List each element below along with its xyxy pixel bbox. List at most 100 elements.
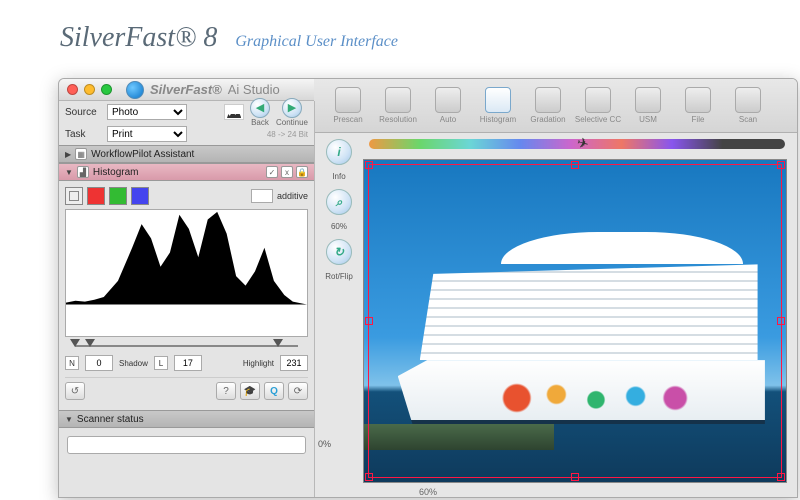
expert-icon[interactable]: 🎓 xyxy=(240,382,260,400)
lock-icon[interactable]: 🔒 xyxy=(296,166,308,178)
source-select[interactable]: Photo xyxy=(107,104,187,120)
selective cc-icon xyxy=(585,87,611,113)
progress-percent: 0% xyxy=(318,439,331,449)
rotate-flip-button[interactable]: ↻ xyxy=(326,239,352,265)
close-icon[interactable] xyxy=(67,84,78,95)
histogram-chart xyxy=(65,209,308,337)
scanner-status-header[interactable]: ▼ Scanner status xyxy=(59,410,314,428)
collapse-icon: ▶ xyxy=(65,150,71,159)
toolbar-file[interactable]: File xyxy=(674,87,722,124)
histogram-values: N Shadow L Highlight xyxy=(65,355,308,371)
progress-bar: 0% xyxy=(67,436,306,454)
channel-all-button[interactable] xyxy=(65,187,83,205)
source-row: Source Photo ◀ Back ▶ Continue xyxy=(59,101,314,123)
highlight-input[interactable] xyxy=(280,355,308,371)
toolbar-prescan[interactable]: Prescan xyxy=(324,87,372,124)
workflow-assistant-header[interactable]: ▶ ▦ WorkflowPilot Assistant xyxy=(59,145,314,163)
airplane-icon[interactable]: ✈ xyxy=(575,134,591,153)
task-label: Task xyxy=(65,129,103,140)
scan-icon xyxy=(735,87,761,113)
zoom-button[interactable]: ⌕ xyxy=(326,189,352,215)
main-toolbar: PrescanResolutionAutoHistogramGradationS… xyxy=(314,79,797,133)
gradation-icon xyxy=(535,87,561,113)
toolbar-scan[interactable]: Scan xyxy=(724,87,772,124)
zoom-footer: 60% xyxy=(419,487,437,497)
app-logo-icon xyxy=(126,81,144,99)
histogram-icon xyxy=(485,87,511,113)
continue-button[interactable]: ▶ Continue xyxy=(276,98,308,127)
expand-icon: ▼ xyxy=(65,415,73,424)
apply-icon[interactable]: ✓ xyxy=(266,166,278,178)
mode-icon xyxy=(251,189,273,203)
prescan-icon xyxy=(335,87,361,113)
back-arrow-icon: ◀ xyxy=(250,98,270,118)
panel-title: WorkflowPilot Assistant xyxy=(91,149,194,160)
help-icon[interactable]: ? xyxy=(216,382,236,400)
histogram-icon: ▟ xyxy=(77,166,89,178)
reset-icon[interactable]: ↺ xyxy=(65,382,85,400)
app-edition: Ai Studio xyxy=(228,82,280,97)
info-label: Info xyxy=(332,173,345,181)
toolbar-usm[interactable]: USM xyxy=(624,87,672,124)
cancel-icon[interactable]: x xyxy=(281,166,293,178)
window-controls xyxy=(67,84,112,95)
rotflip-label: Rot/Flip xyxy=(325,273,353,281)
l-toggle[interactable]: L xyxy=(154,356,168,370)
histogram-panel: additive N Shadow L Highlight xyxy=(59,181,314,410)
task-select[interactable]: Print xyxy=(107,126,187,142)
app-window: SilverFast® Ai Studio WorkflowPilot Pres… xyxy=(58,78,798,498)
app-brand: SilverFast® Ai Studio xyxy=(126,81,280,99)
panel-title: Scanner status xyxy=(77,414,144,425)
channel-green-button[interactable] xyxy=(109,187,127,205)
histogram-area-icon xyxy=(66,210,307,305)
shadow-label: Shadow xyxy=(119,359,148,368)
refresh-icon[interactable]: ⟳ xyxy=(288,382,308,400)
toolbar-auto[interactable]: Auto xyxy=(424,87,472,124)
histogram-footer-icons: ↺ ? 🎓 Q ⟳ xyxy=(65,377,308,404)
channel-blue-button[interactable] xyxy=(131,187,149,205)
continue-arrow-icon: ▶ xyxy=(282,98,302,118)
preview-image xyxy=(364,160,786,482)
page-title: SilverFast® 8 Graphical User Interface xyxy=(0,0,800,62)
back-button[interactable]: ◀ Back xyxy=(250,98,270,127)
channel-red-button[interactable] xyxy=(87,187,105,205)
toolbar-histogram[interactable]: Histogram xyxy=(474,87,522,124)
minimize-icon[interactable] xyxy=(84,84,95,95)
histogram-slider[interactable] xyxy=(65,341,308,351)
zoom-label: 60% xyxy=(331,223,347,231)
toolbar-gradation[interactable]: Gradation xyxy=(524,87,572,124)
shadow-handle[interactable] xyxy=(70,339,80,347)
toolbar-selective-cc[interactable]: Selective CC xyxy=(574,87,622,124)
quicktime-icon[interactable]: Q xyxy=(264,382,284,400)
title-main: SilverFast® 8 xyxy=(60,22,217,54)
source-label: Source xyxy=(65,107,103,118)
auto-icon xyxy=(435,87,461,113)
mid-input[interactable] xyxy=(174,355,202,371)
preview-area[interactable] xyxy=(363,159,787,483)
panel-title: Histogram xyxy=(93,167,139,178)
left-panel: Source Photo ◀ Back ▶ Continue Task Prin… xyxy=(59,101,315,497)
color-progress-track[interactable]: ✈ xyxy=(369,139,785,149)
highlight-handle[interactable] xyxy=(273,339,283,347)
highlight-label: Highlight xyxy=(243,359,274,368)
app-name: SilverFast® xyxy=(150,82,222,97)
n-toggle[interactable]: N xyxy=(65,356,79,370)
file-icon xyxy=(685,87,711,113)
vertical-toolbar: i Info ⌕ 60% ↻ Rot/Flip xyxy=(321,139,357,281)
toolbar-resolution[interactable]: Resolution xyxy=(374,87,422,124)
histogram-mode[interactable]: additive xyxy=(251,189,308,203)
channel-row: additive xyxy=(65,187,308,205)
expand-icon: ▼ xyxy=(65,168,73,177)
scanner-status-panel: 0% xyxy=(59,428,314,462)
histogram-thumb-icon xyxy=(224,104,244,120)
histogram-header[interactable]: ▼ ▟ Histogram ✓ x 🔒 xyxy=(59,163,314,181)
title-sub: Graphical User Interface xyxy=(235,33,398,51)
shadow-input[interactable] xyxy=(85,355,113,371)
workflow-assistant-icon: ▦ xyxy=(75,148,87,160)
info-button[interactable]: i xyxy=(326,139,352,165)
usm-icon xyxy=(635,87,661,113)
resolution-icon xyxy=(385,87,411,113)
bit-depth-label: 48 -> 24 Bit xyxy=(267,130,308,139)
mid-handle[interactable] xyxy=(85,339,95,347)
zoom-icon[interactable] xyxy=(101,84,112,95)
